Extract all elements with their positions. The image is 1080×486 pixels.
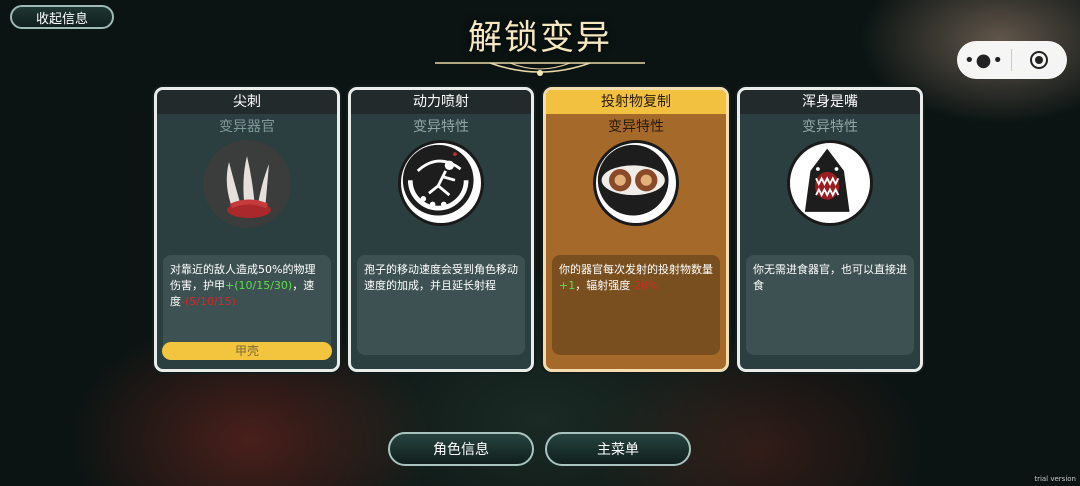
- desc-penalty: -(5/10/15): [181, 295, 236, 308]
- shark-mouth-icon: [787, 140, 873, 226]
- card-title: 浑身是嘴: [740, 90, 920, 114]
- title-banner: 解锁变异: [430, 10, 650, 81]
- category-tag: 甲壳: [162, 342, 332, 360]
- close-target-icon[interactable]: [1012, 51, 1066, 69]
- card-title: 尖刺: [157, 90, 337, 114]
- more-icon[interactable]: •●•: [957, 50, 1011, 71]
- card-title: 动力喷射: [351, 90, 531, 114]
- collapse-info-button[interactable]: 收起信息: [10, 5, 114, 29]
- card-type: 变异特性: [608, 119, 664, 135]
- mini-program-capsule: •●•: [957, 41, 1067, 79]
- claw-spikes-icon: [203, 140, 291, 228]
- mutation-card-all-mouth[interactable]: 浑身是嘴 变异特性 你无需进食器官，也可以直接进食: [737, 87, 923, 372]
- jet-boost-icon: [398, 140, 484, 226]
- card-title: 投射物复制: [546, 90, 726, 114]
- mutation-card-projectile-duplicate[interactable]: 投射物复制 变异特性 你的器官每次发射的投射物数量 +1，辐射强度-20%: [543, 87, 729, 372]
- desc-bonus: +(10/15/30): [225, 279, 293, 292]
- card-type: 变异器官: [219, 119, 275, 135]
- projectile-duplicate-icon: [593, 140, 679, 226]
- desc-bonus: +1: [559, 279, 576, 292]
- page-title: 解锁变异: [468, 18, 612, 58]
- character-info-button[interactable]: 角色信息: [388, 432, 534, 466]
- title-ornament-icon: [435, 62, 645, 76]
- mutation-card-jet[interactable]: 动力喷射 变异特性 孢子的移动速度会受到角色移动速度的加成，并且延长射程: [348, 87, 534, 372]
- desc-text-mid: ，辐射强度: [575, 279, 631, 292]
- desc-text: 你的器官每次发射的投射物数量: [559, 263, 713, 276]
- card-type: 变异特性: [413, 119, 469, 135]
- card-type: 变异特性: [802, 119, 858, 135]
- main-menu-button[interactable]: 主菜单: [545, 432, 691, 466]
- desc-text: 孢子的移动速度会受到角色移动速度的加成，并且延长射程: [364, 263, 518, 292]
- card-description: 你无需进食器官，也可以直接进食: [746, 255, 914, 355]
- desc-text: 你无需进食器官，也可以直接进食: [753, 263, 907, 292]
- card-description: 你的器官每次发射的投射物数量 +1，辐射强度-20%: [552, 255, 720, 355]
- trial-watermark: trial version: [1034, 475, 1076, 483]
- mutation-card-spike[interactable]: 尖刺 变异器官 对靠近的敌人造成50%的物理伤害，护甲+(10/15/30)，速…: [154, 87, 340, 372]
- desc-penalty: -20%: [630, 279, 659, 292]
- card-description: 孢子的移动速度会受到角色移动速度的加成，并且延长射程: [357, 255, 525, 355]
